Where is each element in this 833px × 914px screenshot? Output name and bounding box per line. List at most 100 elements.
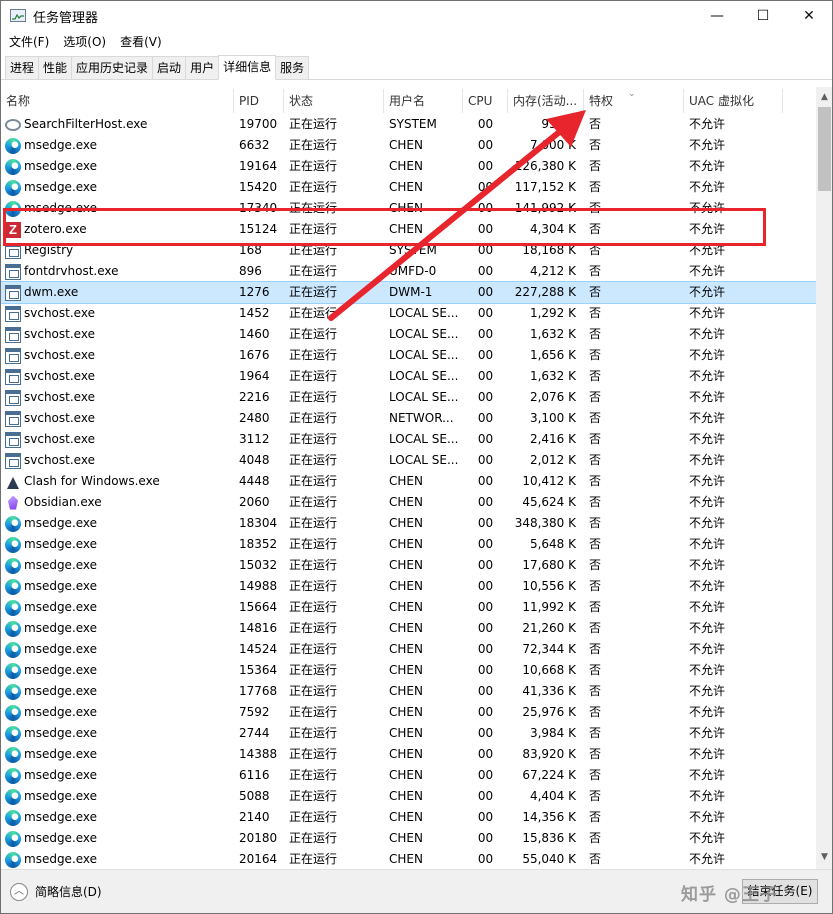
cell-elevated: 否	[589, 663, 602, 677]
table-row[interactable]: msedge.exe 18352 正在运行 CHEN 00 5,648 K 否 不允许	[1, 534, 816, 555]
cell-user: CHEN	[389, 747, 423, 761]
table-row[interactable]: svchost.exe 3112 正在运行 LOCAL SE... 00 2,416 K 否…	[1, 429, 816, 450]
cell-uac: 不允许	[689, 264, 726, 278]
table-row[interactable]: Clash for Windows.exe 4448 正在运行 CHEN 00 10,41…	[1, 471, 816, 492]
vertical-scrollbar[interactable]: ▲ ▼	[816, 87, 832, 869]
tab-services[interactable]: 服务	[275, 56, 310, 79]
close-button[interactable]: ✕	[786, 1, 832, 31]
fewer-details-button[interactable]: ︿ 简略信息(D)	[10, 882, 102, 901]
cell-elevated: 否	[589, 705, 602, 719]
table-row[interactable]: msedge.exe 7592 正在运行 CHEN 00 25,976 K 否 不允许	[1, 702, 816, 723]
column-header-cpu[interactable]: CPU	[463, 89, 508, 113]
process-name: msedge.exe	[24, 705, 98, 719]
maximize-button[interactable]: ☐	[740, 1, 786, 31]
table-row[interactable]: msedge.exe 6116 正在运行 CHEN 00 67,224 K 否 不允许	[1, 765, 816, 786]
cell-name: dwm.exe	[1, 282, 234, 303]
table-row[interactable]: msedge.exe 14988 正在运行 CHEN 00 10,556 K 否 不允许	[1, 576, 816, 597]
cell-user: NETWOR...	[389, 411, 454, 425]
table-row[interactable]: msedge.exe 20164 正在运行 CHEN 00 55,040 K 否 不允许	[1, 849, 816, 869]
edge-icon	[5, 662, 21, 679]
table-row[interactable]: svchost.exe 1964 正在运行 LOCAL SE... 00 1,632 K 否…	[1, 366, 816, 387]
table-row[interactable]: svchost.exe 1460 正在运行 LOCAL SE... 00 1,632 K 否…	[1, 324, 816, 345]
cell-pid: 1676	[239, 348, 270, 362]
table-row[interactable]: msedge.exe 2140 正在运行 CHEN 00 14,356 K 否 不允许	[1, 807, 816, 828]
table-row[interactable]: svchost.exe 1452 正在运行 LOCAL SE... 00 1,292 K 否…	[1, 303, 816, 324]
cell-elevated: 否	[589, 621, 602, 635]
table-row[interactable]: msedge.exe 5088 正在运行 CHEN 00 4,404 K 否 不允许	[1, 786, 816, 807]
cell-elevated: 否	[589, 516, 602, 530]
minimize-button[interactable]: —	[694, 1, 740, 31]
cell-user: LOCAL SE...	[389, 390, 459, 404]
table-row[interactable]: fontdrvhost.exe 896 正在运行 UMFD-0 00 4,212 K 否 不允…	[1, 261, 816, 282]
menu-file[interactable]: 文件(F)	[3, 31, 55, 53]
table-row[interactable]: Obsidian.exe 2060 正在运行 CHEN 00 45,624 K 否 不允许	[1, 492, 816, 513]
cell-status: 正在运行	[289, 726, 338, 740]
cell-pid: 2060	[239, 495, 270, 509]
table-row[interactable]: msedge.exe 14388 正在运行 CHEN 00 83,920 K 否 不允许	[1, 744, 816, 765]
tab-processes[interactable]: 进程	[5, 56, 40, 79]
cell-status: 正在运行	[289, 390, 338, 404]
cell-uac: 不允许	[689, 537, 726, 551]
table-row[interactable]: svchost.exe 2216 正在运行 LOCAL SE... 00 2,076 K 否…	[1, 387, 816, 408]
tab-performance[interactable]: 性能	[38, 56, 73, 79]
scroll-up-icon[interactable]: ▲	[816, 91, 832, 103]
cell-pid: 2744	[239, 726, 270, 740]
cell-elevated: 否	[589, 789, 602, 803]
tab-details[interactable]: 详细信息	[218, 55, 277, 80]
tab-app-history[interactable]: 应用历史记录	[71, 56, 154, 79]
cell-user: CHEN	[389, 159, 423, 173]
column-header-elevated-label: 特权	[589, 94, 614, 108]
tab-startup[interactable]: 启动	[152, 56, 187, 79]
cell-cpu: 00	[477, 726, 494, 740]
table-row[interactable]: msedge.exe 14524 正在运行 CHEN 00 72,344 K 否 不允许	[1, 639, 816, 660]
cell-elevated: 否	[589, 831, 602, 845]
table-row[interactable]: msedge.exe 17768 正在运行 CHEN 00 41,336 K 否 不允许	[1, 681, 816, 702]
cell-memory: 2,416 K	[529, 432, 576, 446]
table-row[interactable]: SearchFilterHost.exe 19700 正在运行 SYSTEM 00 952…	[1, 114, 816, 135]
table-row[interactable]: msedge.exe 18304 正在运行 CHEN 00 348,380 K 否 不允许	[1, 513, 816, 534]
table-row[interactable]: msedge.exe 20180 正在运行 CHEN 00 15,836 K 否 不允许	[1, 828, 816, 849]
column-header-uac[interactable]: UAC 虚拟化	[684, 89, 783, 113]
scroll-thumb[interactable]	[818, 107, 831, 191]
table-row[interactable]: msedge.exe 2744 正在运行 CHEN 00 3,984 K 否 不允许	[1, 723, 816, 744]
column-header-elevated[interactable]: 特权 ⌄	[584, 89, 684, 113]
table-row[interactable]: svchost.exe 2480 正在运行 NETWOR... 00 3,100 K 否 不允…	[1, 408, 816, 429]
cell-status: 正在运行	[289, 159, 338, 173]
column-header-pid[interactable]: PID	[234, 89, 284, 113]
cell-user: LOCAL SE...	[389, 348, 459, 362]
cell-uac: 不允许	[689, 684, 726, 698]
table-row[interactable]: msedge.exe 6632 正在运行 CHEN 00 7,000 K 否 不允许	[1, 135, 816, 156]
edge-icon	[5, 578, 21, 595]
menu-view[interactable]: 查看(V)	[114, 31, 168, 53]
cell-pid: 15032	[239, 558, 278, 572]
cell-memory: 2,012 K	[529, 453, 576, 467]
cell-elevated: 否	[589, 138, 602, 152]
process-name: msedge.exe	[24, 663, 98, 677]
cell-pid: 1964	[239, 369, 270, 383]
table-row[interactable]: msedge.exe 15664 正在运行 CHEN 00 11,992 K 否 不允许	[1, 597, 816, 618]
column-header-user[interactable]: 用户名	[384, 89, 463, 113]
tab-users[interactable]: 用户	[185, 56, 220, 79]
cell-pid: 1276	[239, 285, 270, 299]
table-row[interactable]: svchost.exe 4048 正在运行 LOCAL SE... 00 2,012 K 否…	[1, 450, 816, 471]
cell-cpu: 00	[477, 495, 494, 509]
cell-uac: 不允许	[689, 390, 726, 404]
cell-name: svchost.exe	[1, 429, 234, 450]
column-header-name[interactable]: 名称	[1, 89, 234, 113]
table-row[interactable]: msedge.exe 15032 正在运行 CHEN 00 17,680 K 否 不允许	[1, 555, 816, 576]
column-header-status[interactable]: 状态	[284, 89, 384, 113]
menu-options[interactable]: 选项(O)	[57, 31, 112, 53]
column-header-memory[interactable]: 内存(活动...	[508, 89, 584, 113]
table-row[interactable]: msedge.exe 15420 正在运行 CHEN 00 117,152 K 否 不允许	[1, 177, 816, 198]
table-row[interactable]: svchost.exe 1676 正在运行 LOCAL SE... 00 1,656 K 否…	[1, 345, 816, 366]
table-row[interactable]: msedge.exe 14816 正在运行 CHEN 00 21,260 K 否 不允许	[1, 618, 816, 639]
edge-icon	[5, 704, 21, 721]
cell-memory: 25,976 K	[522, 705, 576, 719]
scroll-down-icon[interactable]: ▼	[816, 851, 832, 863]
cell-pid: 2140	[239, 810, 270, 824]
table-row[interactable]: dwm.exe 1276 正在运行 DWM-1 00 227,288 K 否 不允许	[1, 281, 817, 304]
table-row[interactable]: msedge.exe 15364 正在运行 CHEN 00 10,668 K 否 不允许	[1, 660, 816, 681]
table-row[interactable]: msedge.exe 19164 正在运行 CHEN 00 126,380 K 否 不允许	[1, 156, 816, 177]
cell-elevated: 否	[589, 411, 602, 425]
window-icon	[5, 431, 21, 448]
